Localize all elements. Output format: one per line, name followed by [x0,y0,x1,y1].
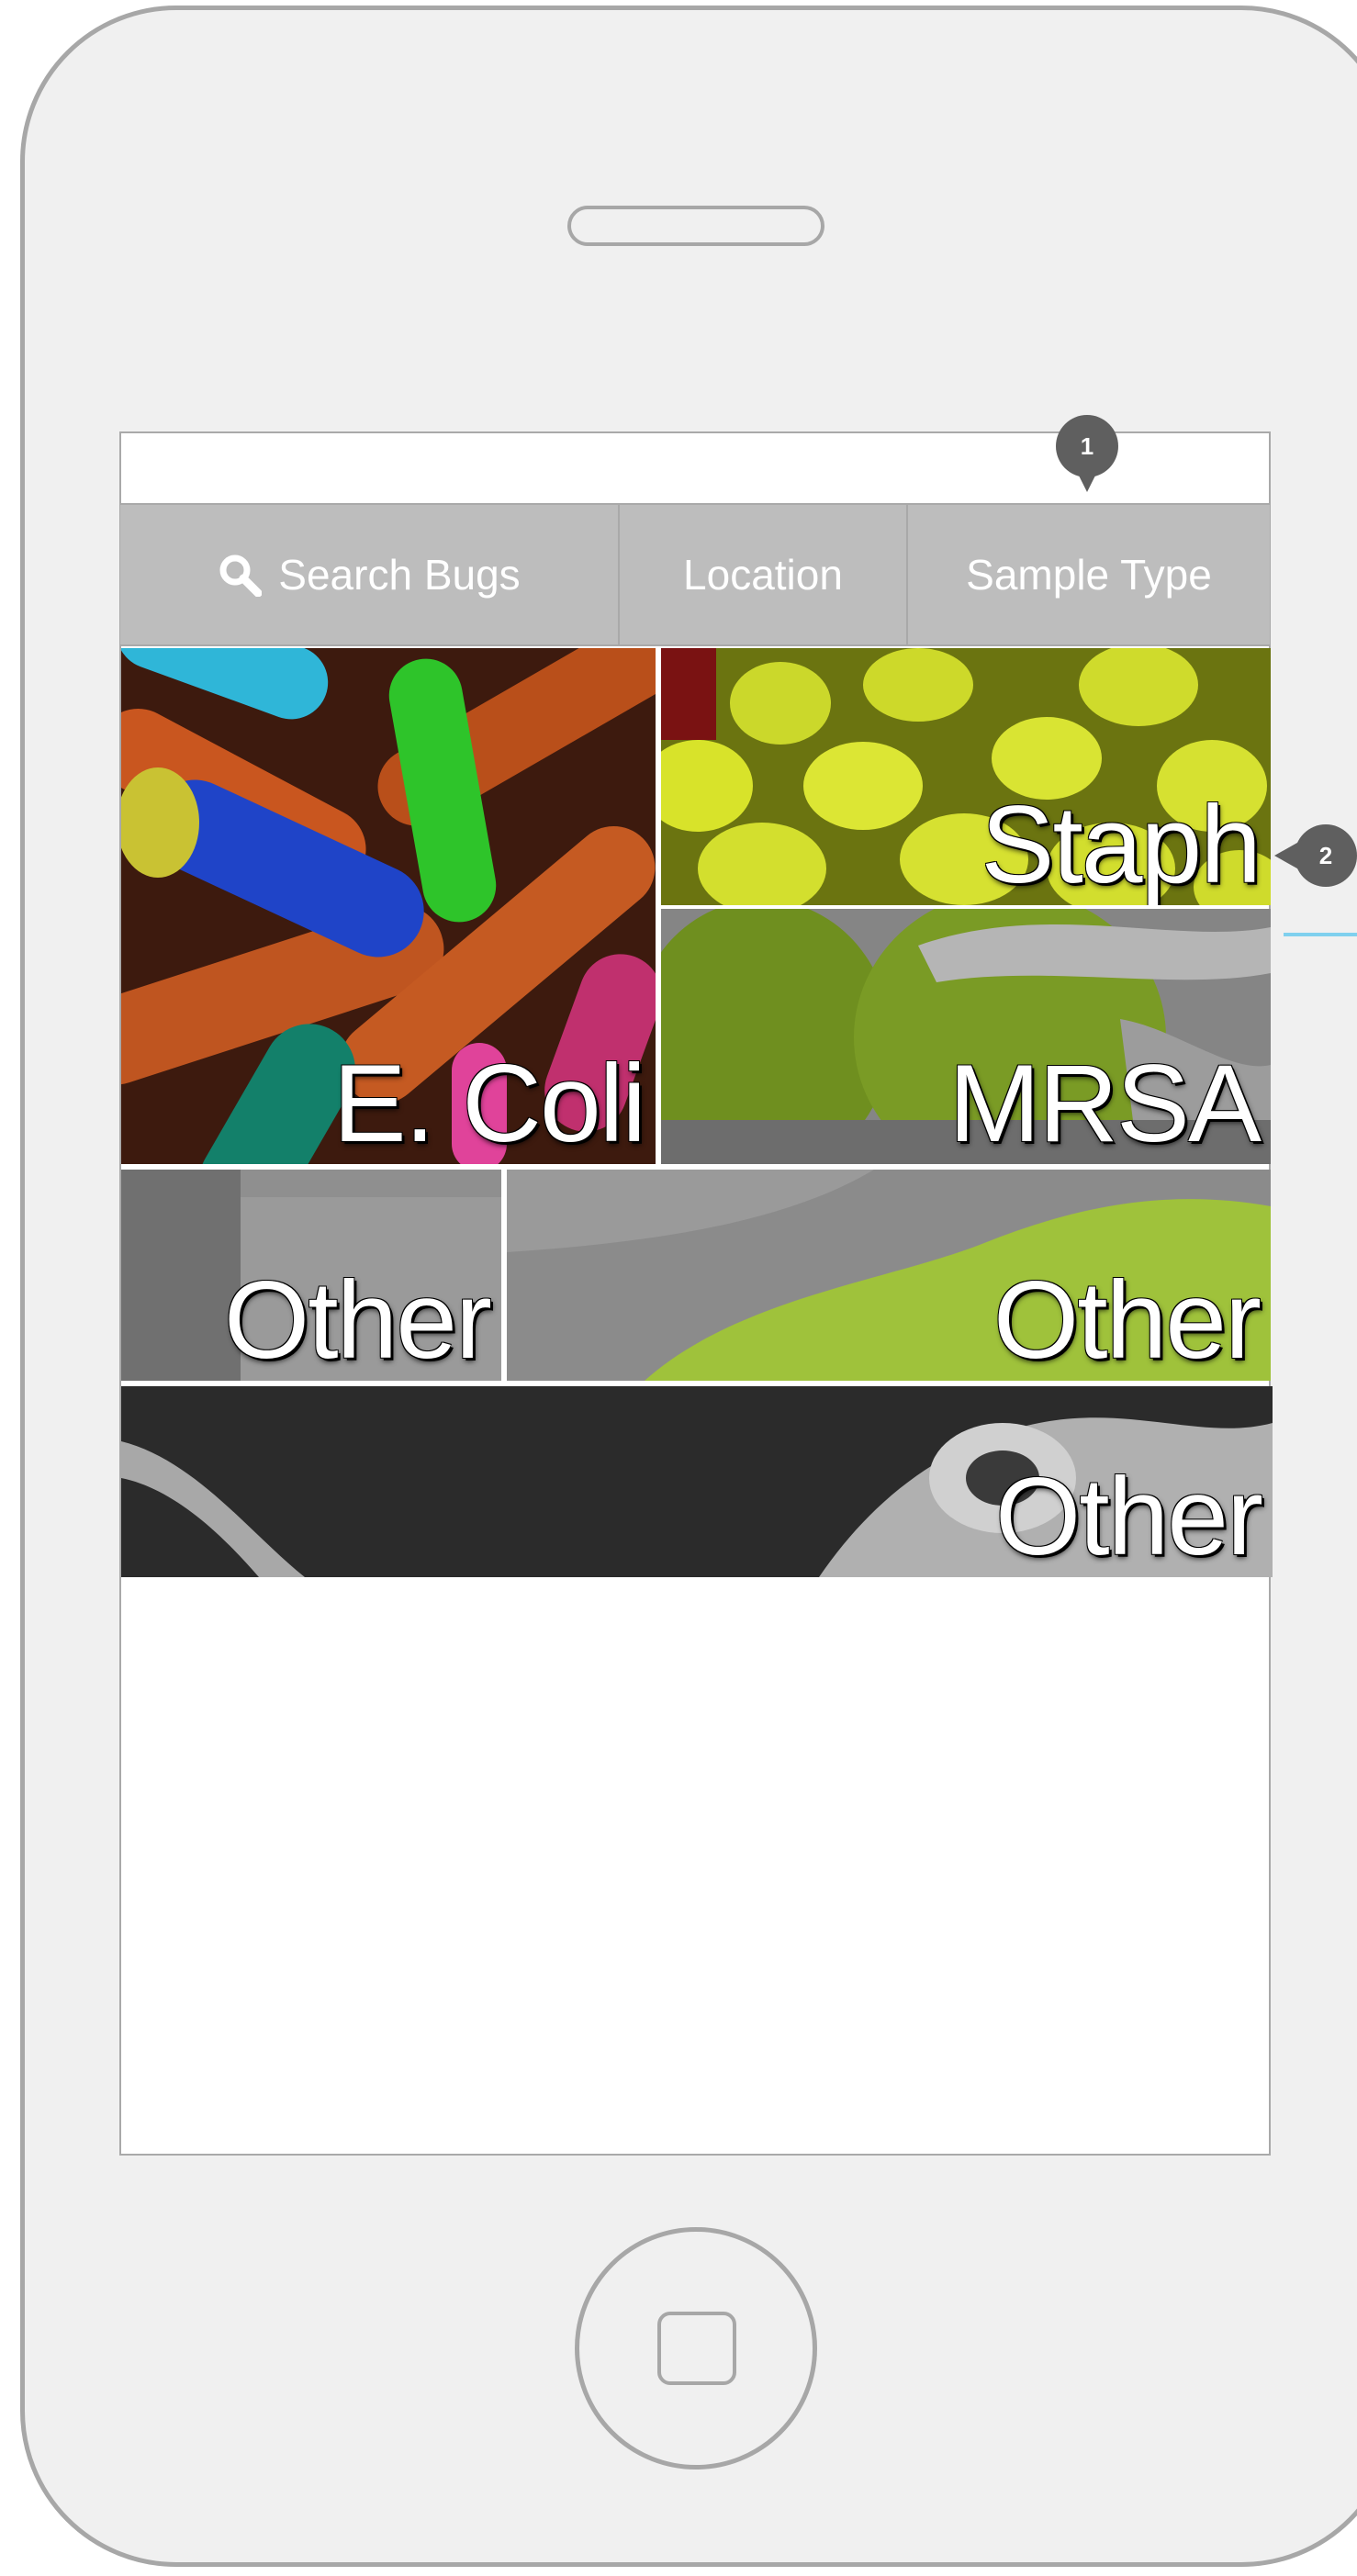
search-icon [219,554,263,597]
tile-staph[interactable]: Staph [661,648,1271,905]
annotation-marker-2: 2 [1274,824,1357,887]
tile-other-2[interactable]: Other [507,1170,1271,1381]
annotation-connector-line [1284,933,1357,936]
tile-label-ecoli: E. Coli [332,1042,646,1164]
filter-bar: Search Bugs Location Sample Type [120,503,1270,646]
annotation-marker-1: 1 [1056,415,1118,492]
tile-label-staph: Staph [981,783,1262,905]
tile-label-other-1: Other [223,1259,492,1381]
search-bugs-button[interactable]: Search Bugs [120,505,620,644]
speaker-icon [567,206,824,246]
tile-label-other-2: Other [993,1259,1262,1381]
tile-other-3[interactable]: Other [121,1386,1273,1577]
location-filter-button[interactable]: Location [620,505,908,644]
search-bugs-label: Search Bugs [278,551,521,599]
sample-type-filter-button[interactable]: Sample Type [908,505,1270,644]
tile-label-other-3: Other [994,1455,1263,1577]
tile-label-mrsa: MRSA [948,1042,1262,1164]
location-label: Location [683,551,843,599]
sample-type-label: Sample Type [966,551,1212,599]
tile-mrsa[interactable]: MRSA [661,909,1271,1164]
home-square-icon [657,2312,736,2385]
tile-ecoli[interactable]: E. Coli [121,648,656,1164]
tile-other-1[interactable]: Other [121,1170,501,1381]
